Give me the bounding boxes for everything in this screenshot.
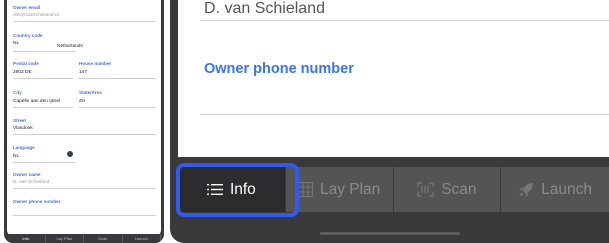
selection-highlight [176, 163, 299, 217]
city-value[interactable]: Capelle aan den Ijssel [13, 99, 60, 104]
rocket-icon [518, 182, 534, 198]
postal-code-label: Postal code [13, 61, 39, 66]
owner-phone-label: Owner phone number [204, 61, 354, 77]
language-value[interactable]: NL [13, 154, 19, 159]
divider [79, 107, 156, 108]
tab-scan[interactable]: Scan [393, 167, 502, 212]
street-label: Street [13, 118, 27, 123]
country-name-value: Netherlands [57, 44, 83, 49]
owner-name-field[interactable]: D. van Schieland [204, 0, 325, 18]
postal-code-value[interactable]: 2903 DE [13, 70, 32, 75]
state-area-value[interactable]: ZH [79, 99, 85, 104]
street-value[interactable]: Vlasdonk [13, 126, 33, 131]
divider [13, 21, 156, 22]
phone-preview: Owner email dirk@vanschieland.nl Country… [4, 0, 164, 243]
form-area: D. van Schieland Owner phone number [178, 0, 609, 157]
house-number-label: House number [79, 61, 112, 66]
owner-email-label: Owner email [13, 5, 41, 10]
divider [13, 134, 156, 135]
divider [13, 107, 73, 108]
owner-phone-label: Owner phone number [13, 199, 61, 204]
tab-lay-plan[interactable]: Lay Plan [285, 167, 394, 212]
phone-tab-info[interactable]: Info [7, 234, 46, 243]
scan-icon [417, 182, 434, 197]
grid-icon [297, 182, 313, 197]
divider [13, 78, 73, 79]
app-screen: Owner email dirk@vanschieland.nl Country… [0, 0, 609, 243]
language-label: Language [13, 145, 35, 150]
phone-tab-launch[interactable]: Launch [123, 234, 161, 243]
country-code-value[interactable]: NL [13, 41, 19, 46]
tab-lay-plan-label: Lay Plan [319, 180, 381, 198]
phone-form: Owner email dirk@vanschieland.nl Country… [7, 0, 161, 236]
zoomed-tablet-view: D. van Schieland Owner phone number Info [170, 0, 609, 243]
phone-tab-scan[interactable]: Scan [84, 234, 123, 243]
city-label: City [13, 90, 22, 95]
divider [13, 215, 156, 216]
divider [13, 162, 76, 163]
divider [13, 51, 76, 52]
country-code-label: Country code [13, 33, 43, 38]
tab-scan-label: Scan [441, 180, 477, 198]
phone-tab-bar: Info Lay Plan Scan Launch [7, 234, 161, 243]
owner-name-value[interactable]: D. van Schieland [13, 180, 49, 185]
tab-launch-label: Launch [541, 180, 593, 198]
home-indicator[interactable] [320, 232, 460, 235]
phone-tab-lay-plan[interactable]: Lay Plan [46, 234, 84, 243]
owner-name-label: Owner name [13, 172, 41, 177]
field-underline [200, 114, 609, 115]
state-area-label: State/Area [79, 90, 102, 95]
house-number-value[interactable]: 147 [79, 70, 87, 75]
divider [79, 78, 156, 79]
field-underline [200, 20, 609, 21]
language-dropdown-icon[interactable] [67, 151, 73, 157]
owner-email-value[interactable]: dirk@vanschieland.nl [13, 13, 59, 18]
divider [13, 188, 156, 189]
tab-launch[interactable]: Launch [501, 167, 609, 212]
